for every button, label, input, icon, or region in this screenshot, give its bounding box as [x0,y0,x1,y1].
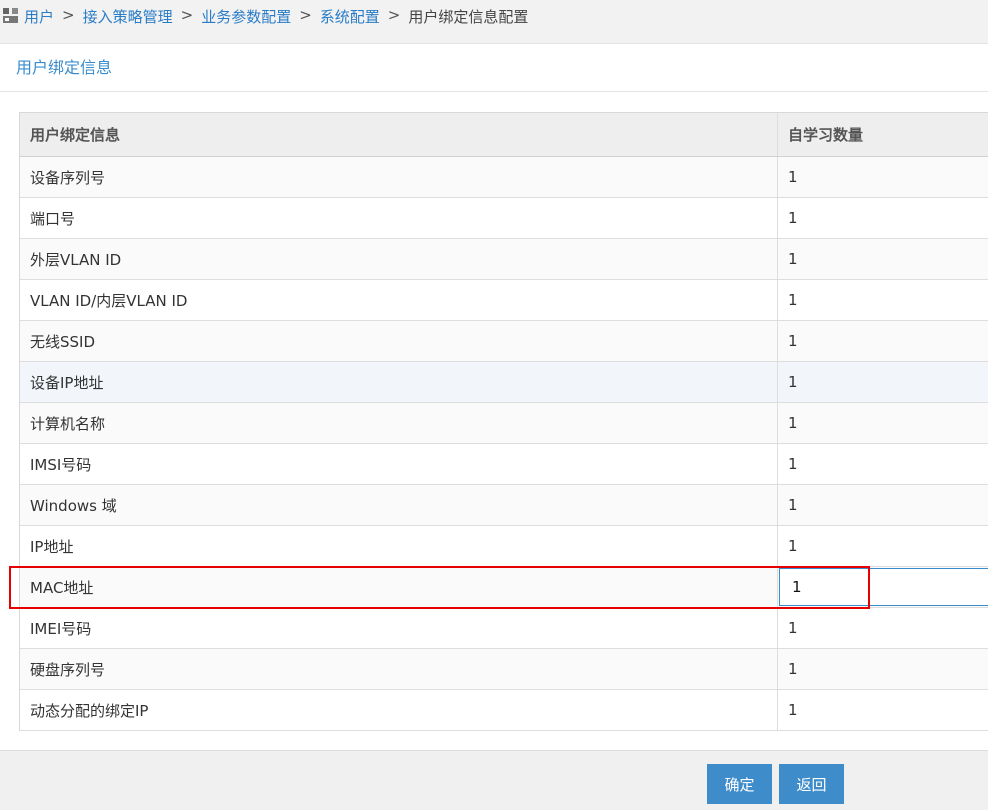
footer-bar: 确定 返回 [0,750,988,810]
self-learn-count-cell[interactable]: 1 [778,526,988,566]
self-learn-count-cell[interactable]: 1 [778,608,988,648]
column-header-binding-info: 用户绑定信息 [20,113,778,156]
binding-info-cell: MAC地址 [20,567,778,607]
breadcrumb-separator: > [180,6,194,24]
self-learn-count-input[interactable] [779,568,988,606]
self-learn-count-cell[interactable]: 1 [778,403,988,443]
table-row: 硬盘序列号 1 [20,649,988,690]
self-learn-count-cell[interactable]: 1 [778,444,988,484]
binding-info-cell: 动态分配的绑定IP [20,690,778,730]
back-button[interactable]: 返回 [779,764,844,804]
self-learn-count-cell[interactable]: 1 [778,690,988,730]
breadcrumb-link-system-config[interactable]: 系统配置 [320,6,380,27]
column-header-self-learn-count: 自学习数量 [788,126,864,144]
self-learn-count-cell[interactable]: 1 [778,485,988,525]
binding-info-cell: 计算机名称 [20,403,778,443]
breadcrumb-current: 用户绑定信息配置 [408,8,529,26]
breadcrumb: 用户 > 接入策略管理 > 业务参数配置 > 系统配置 > 用户绑定信息配置 [0,0,988,44]
self-learn-count-cell[interactable]: 1 [778,157,988,197]
table-row: VLAN ID/内层VLAN ID 1 [20,280,988,321]
user-group-icon [3,8,18,23]
binding-info-cell: 无线SSID [20,321,778,361]
table-row: Windows 域1 [20,485,988,526]
table-row: 无线SSID 1 [20,321,988,362]
binding-info-cell: 设备IP地址 [20,362,778,402]
table-row: 动态分配的绑定IP 1 [20,690,988,731]
table-body: 设备序列号 1 端口号 1 外层VLAN ID 1 VLAN ID/内层VLAN ID 1 无线… [20,157,988,731]
binding-info-cell: 设备序列号 [20,157,778,197]
self-learn-count-cell [778,567,988,607]
table-row: MAC地址 [20,567,988,608]
breadcrumb-separator: > [62,6,75,24]
binding-info-cell: Windows 域 [20,485,778,525]
table-row: 外层VLAN ID 1 [20,239,988,280]
table-row: 设备IP地址 1 [20,362,988,403]
breadcrumb-separator: > [387,6,401,24]
self-learn-count-cell[interactable]: 1 [778,321,988,361]
binding-info-cell: IMSI号码 [20,444,778,484]
binding-info-cell: VLAN ID/内层VLAN ID [20,280,778,320]
binding-info-cell: IMEI号码 [20,608,778,648]
table-row: 端口号 1 [20,198,988,239]
breadcrumb-link-business-params[interactable]: 业务参数配置 [201,6,291,27]
table-row: IMSI号码 1 [20,444,988,485]
breadcrumb-separator: > [299,6,312,24]
breadcrumb-link-user[interactable]: 用户 [24,6,54,27]
table-row: 计算机名称 1 [20,403,988,444]
table-row: IMEI号码 1 [20,608,988,649]
table-row: 设备序列号 1 [20,157,988,198]
table-header: 用户绑定信息 自学习数量 [20,113,988,157]
binding-info-cell: 硬盘序列号 [20,649,778,689]
table-row: IP地址 1 [20,526,988,567]
section-title: 用户绑定信息 [0,45,988,92]
self-learn-count-cell[interactable]: 1 [778,198,988,238]
ok-button[interactable]: 确定 [707,764,772,804]
self-learn-count-cell[interactable]: 1 [778,239,988,279]
binding-info-cell: 端口号 [20,198,778,238]
self-learn-count-cell[interactable]: 1 [778,280,988,320]
self-learn-count-cell[interactable]: 1 [778,362,988,402]
self-learn-count-cell[interactable]: 1 [778,649,988,689]
binding-info-cell: 外层VLAN ID [20,239,778,279]
breadcrumb-link-access-policy[interactable]: 接入策略管理 [83,6,173,27]
binding-table: 用户绑定信息 自学习数量 设备序列号 1 端口号 1 外层VLAN ID 1 VLAN ID… [19,112,988,731]
binding-info-cell: IP地址 [20,526,778,566]
